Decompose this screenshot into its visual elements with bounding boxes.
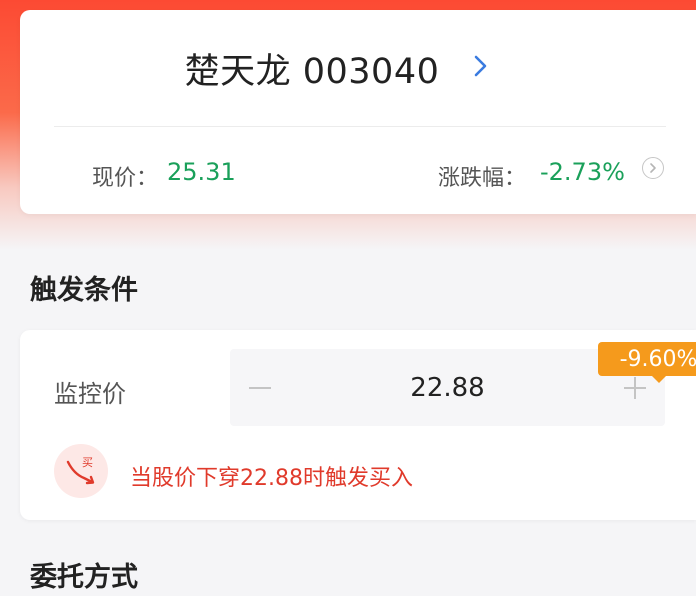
monitor-price-input[interactable]: 22.88: [290, 349, 605, 426]
trigger-condition-card: 监控价 22.88 -9.60% 买 当股价下穿22.88时触发买入: [20, 330, 696, 520]
minus-icon: [249, 386, 271, 389]
percent-diff-badge: -9.60%: [598, 342, 696, 383]
change-percent-value: -2.73%: [540, 158, 625, 186]
stock-card: 楚天龙 003040 现价： 25.31 涨跌幅： -2.73%: [20, 10, 696, 214]
trigger-description: 当股价下穿22.88时触发买入: [130, 466, 413, 491]
stock-title[interactable]: 楚天龙 003040: [185, 43, 440, 94]
chevron-right-icon[interactable]: [467, 52, 495, 80]
monitor-price-stepper[interactable]: 22.88 -9.60%: [230, 342, 696, 426]
order-method-title: 委托方式: [30, 562, 138, 593]
divider: [54, 126, 666, 127]
trigger-condition-title: 触发条件: [30, 275, 138, 306]
price-down-buy-icon: 买: [54, 444, 108, 498]
current-price-value: 25.31: [167, 158, 236, 186]
monitor-price-label: 监控价: [54, 380, 126, 408]
trigger-icon-text: 买: [82, 456, 93, 469]
current-price-label: 现价：: [92, 166, 159, 191]
decrease-button[interactable]: [230, 349, 290, 426]
plus-icon: [624, 376, 646, 399]
change-percent-label: 涨跌幅：: [438, 166, 527, 191]
stock-title-row[interactable]: 楚天龙 003040: [20, 10, 660, 126]
info-circle-icon[interactable]: [642, 157, 664, 179]
